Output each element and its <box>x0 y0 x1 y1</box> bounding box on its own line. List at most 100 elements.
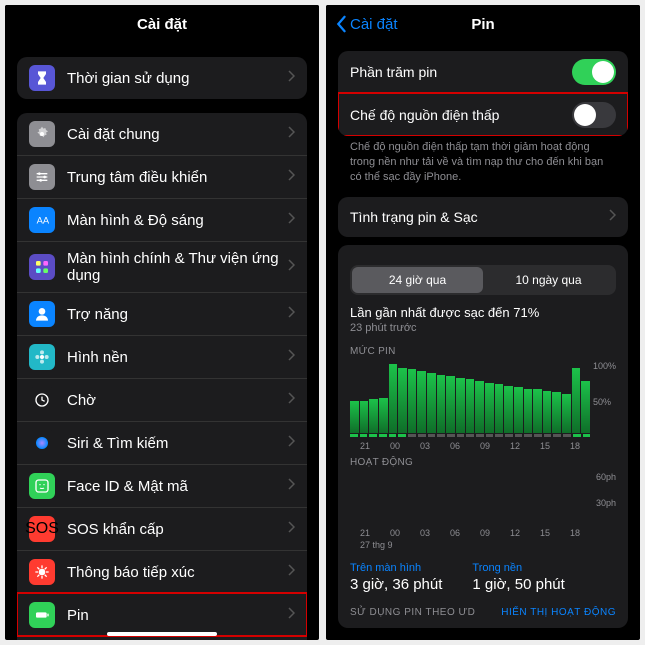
chevron-right-icon <box>287 348 295 366</box>
settings-row-clock[interactable]: Chờ <box>17 378 307 421</box>
settings-row-flower[interactable]: Hình nền <box>17 335 307 378</box>
row-label: Thời gian sử dụng <box>67 70 287 87</box>
sliders-icon <box>29 164 55 190</box>
stat-label: Trên màn hình <box>350 562 442 574</box>
chevron-right-icon <box>287 520 295 538</box>
level-label: MỨC PIN <box>350 346 616 357</box>
settings-list[interactable]: Thời gian sử dụng Cài đặt chung Trung tâm … <box>5 43 319 640</box>
battery-chart-card: 24 giờ qua 10 ngày qua Lần gần nhất được… <box>338 245 628 628</box>
segment-10d[interactable]: 10 ngày qua <box>483 267 614 293</box>
row-label: Màn hình & Độ sáng <box>67 212 287 229</box>
back-button[interactable]: Cài đặt <box>334 15 398 33</box>
chevron-right-icon <box>287 477 295 495</box>
battery-level-chart: 100%50% <box>350 361 616 433</box>
flower-icon <box>29 344 55 370</box>
row-low-power-mode[interactable]: Chế độ nguồn điện thấp <box>338 93 628 136</box>
home-indicator[interactable] <box>107 632 217 636</box>
settings-screen: Cài đặt Thời gian sử dụng Cài đặt chung Tr… <box>5 5 319 640</box>
chart-subtitle: 23 phút trước <box>350 322 616 334</box>
y-axis-labels: 100%50% <box>593 361 616 433</box>
row-label: Siri & Tìm kiếm <box>67 435 287 452</box>
settings-row-sliders[interactable]: Trung tâm điều khiển <box>17 155 307 198</box>
row-label: Thông báo tiếp xúc <box>67 564 287 581</box>
siri-icon <box>29 430 55 456</box>
chevron-right-icon <box>287 563 295 581</box>
faceid-icon <box>29 473 55 499</box>
usage-by-app-label: SỬ DỤNG PIN THEO ƯD <box>350 607 475 618</box>
toggle-battery-percentage[interactable] <box>572 59 616 85</box>
gear-icon <box>29 121 55 147</box>
settings-row-gear[interactable]: Cài đặt chung <box>17 113 307 155</box>
segment-24h[interactable]: 24 giờ qua <box>352 267 483 293</box>
row-label: Chế độ nguồn điện thấp <box>350 107 572 123</box>
settings-row-person[interactable]: Trợ năng <box>17 292 307 335</box>
svg-text:AA: AA <box>37 215 50 225</box>
row-battery-percentage[interactable]: Phần trăm pin <box>338 51 628 93</box>
y-axis-labels: 60ph30ph <box>596 472 616 524</box>
row-label: Phần trăm pin <box>350 64 572 80</box>
page-title: Pin <box>471 16 494 33</box>
stat-background: Trong nền 1 giờ, 50 phút <box>472 562 564 593</box>
chevron-right-icon <box>287 168 295 186</box>
battery-icon <box>29 602 55 628</box>
page-title: Cài đặt <box>137 16 187 33</box>
settings-row-sun[interactable]: AA Màn hình & Độ sáng <box>17 198 307 241</box>
row-battery-health[interactable]: Tình trạng pin & Sạc <box>338 197 628 237</box>
x-date-label: 27 thg 9 <box>350 540 616 550</box>
grid-icon <box>29 254 55 280</box>
clock-icon <box>29 387 55 413</box>
battery-screen: Cài đặt Pin Phần trăm pin Chế độ nguồn đ… <box>326 5 640 640</box>
x-axis-labels: 2100030609121518 <box>350 528 616 538</box>
navbar: Cài đặt <box>5 5 319 43</box>
chevron-right-icon <box>287 305 295 323</box>
settings-row-faceid[interactable]: Face ID & Mật mã <box>17 464 307 507</box>
settings-row-sos[interactable]: SOS SOS khẩn cấp <box>17 507 307 550</box>
chevron-right-icon <box>287 69 295 87</box>
x-axis-labels: 2100030609121518 <box>350 441 616 451</box>
stat-value: 1 giờ, 50 phút <box>472 576 564 593</box>
stat-value: 3 giờ, 36 phút <box>350 576 442 593</box>
settings-row-hand[interactable]: Quyền riêng tư & Bảo mật <box>17 636 307 640</box>
stat-label: Trong nền <box>472 562 564 574</box>
virus-icon <box>29 559 55 585</box>
battery-content[interactable]: Phần trăm pin Chế độ nguồn điện thấp Chế… <box>326 43 640 640</box>
person-icon <box>29 301 55 327</box>
row-label: Màn hình chính & Thư viện ứng dụng <box>67 250 287 284</box>
chevron-right-icon <box>287 258 295 276</box>
show-activity-button[interactable]: HIỂN THỊ HOẠT ĐỘNG <box>501 607 616 618</box>
chevron-right-icon <box>608 208 616 226</box>
row-label: SOS khẩn cấp <box>67 521 287 538</box>
row-label: Hình nền <box>67 349 287 366</box>
usage-footer: SỬ DỤNG PIN THEO ƯD HIỂN THỊ HOẠT ĐỘNG <box>350 607 616 618</box>
row-label: Chờ <box>67 392 287 409</box>
chevron-left-icon <box>334 15 348 33</box>
row-label: Trợ năng <box>67 306 287 323</box>
row-label: Tình trạng pin & Sạc <box>350 209 608 225</box>
navbar: Cài đặt Pin <box>326 5 640 43</box>
row-label: Cài đặt chung <box>67 126 287 143</box>
segmented-control[interactable]: 24 giờ qua 10 ngày qua <box>350 265 616 295</box>
settings-row-battery[interactable]: Pin <box>17 593 307 636</box>
settings-row-siri[interactable]: Siri & Tìm kiếm <box>17 421 307 464</box>
hourglass-icon <box>29 65 55 91</box>
toggle-low-power-mode[interactable] <box>572 102 616 128</box>
activity-label: HOẠT ĐỘNG <box>350 457 616 468</box>
chevron-right-icon <box>287 391 295 409</box>
chevron-right-icon <box>287 125 295 143</box>
usage-stats: Trên màn hình 3 giờ, 36 phút Trong nền 1… <box>350 562 616 593</box>
settings-row-hourglass[interactable]: Thời gian sử dụng <box>17 57 307 99</box>
row-label: Trung tâm điều khiển <box>67 169 287 186</box>
stat-screen-on: Trên màn hình 3 giờ, 36 phút <box>350 562 442 593</box>
activity-chart: 60ph30ph <box>350 472 616 524</box>
chart-title: Lần gần nhất được sạc đến 71% <box>350 305 616 320</box>
sos-icon: SOS <box>29 516 55 542</box>
low-power-footnote: Chế độ nguồn điện thấp tạm thời giảm hoạ… <box>338 140 628 185</box>
chevron-right-icon <box>287 211 295 229</box>
sun-icon: AA <box>29 207 55 233</box>
chevron-right-icon <box>287 434 295 452</box>
chevron-right-icon <box>287 606 295 624</box>
row-label: Face ID & Mật mã <box>67 478 287 495</box>
row-label: Pin <box>67 607 287 624</box>
settings-row-grid[interactable]: Màn hình chính & Thư viện ứng dụng <box>17 241 307 292</box>
settings-row-virus[interactable]: Thông báo tiếp xúc <box>17 550 307 593</box>
